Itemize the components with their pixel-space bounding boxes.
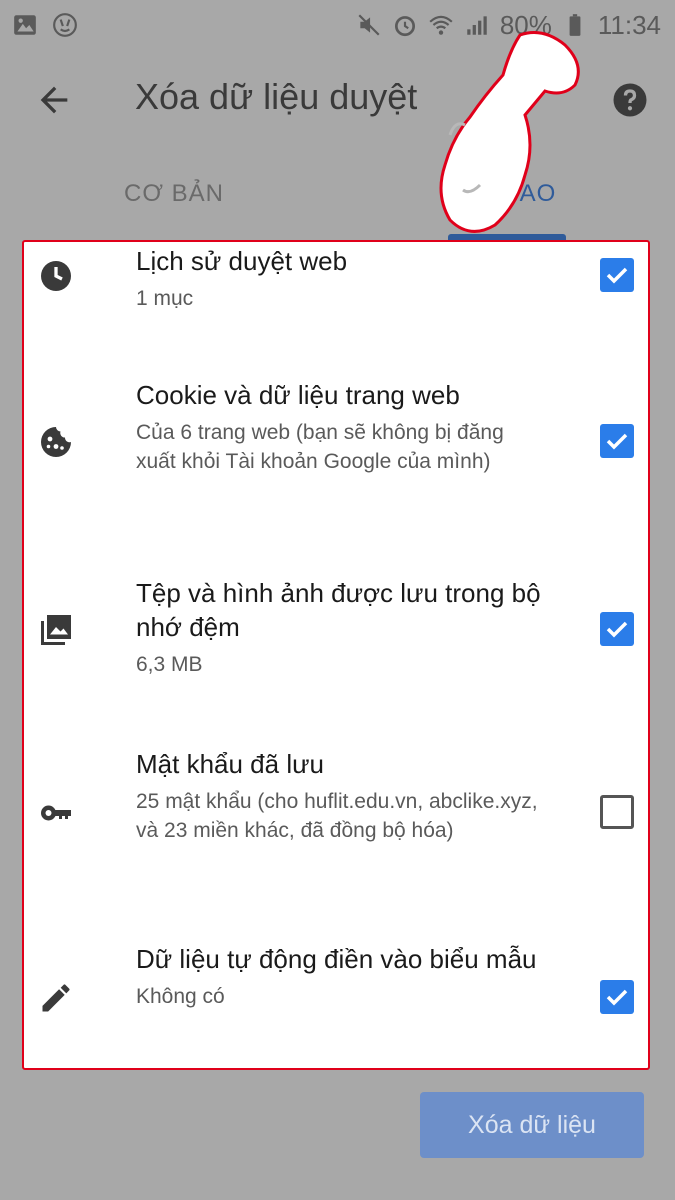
pointing-hand-icon [439, 31, 580, 233]
page-title: Xóa dữ liệu duyệt [135, 76, 418, 117]
data-types-list: Lịch sử duyệt web 1 mục Cookie và dữ liệ… [22, 240, 650, 1070]
checkbox-browsing-history[interactable] [600, 258, 634, 292]
pencil-icon [42, 984, 70, 1012]
back-arrow-icon[interactable] [34, 80, 74, 120]
item-title: Mật khẩu đã lưu [136, 749, 324, 779]
list-item-cached-files[interactable]: Tệp và hình ảnh được lưu trong bộ nhớ đệ… [24, 572, 648, 692]
alarm-icon [394, 16, 415, 37]
item-title: Dữ liệu tự động điền vào biểu mẫu [136, 944, 537, 974]
mute-icon [358, 14, 380, 36]
app-notification-icon [53, 13, 77, 37]
list-item-saved-passwords[interactable]: Mật khẩu đã lưu 25 mật khẩu (cho huflit.… [24, 747, 648, 897]
help-icon[interactable] [612, 82, 648, 118]
item-subtitle: Không có [136, 985, 225, 1008]
list-item-autofill-data[interactable]: Dữ liệu tự động điền vào biểu mẫu Không … [24, 942, 648, 1062]
tab-basic[interactable]: CƠ BẢN [124, 180, 224, 208]
images-icon [41, 615, 71, 645]
item-title: Cookie và dữ liệu trang web [136, 380, 460, 410]
clock-icon [41, 261, 71, 291]
item-subtitle: 6,3 MB [136, 653, 203, 676]
list-item-cookies[interactable]: Cookie và dữ liệu trang web Của 6 trang … [24, 372, 648, 532]
clock-time: 11:34 [597, 9, 661, 40]
gallery-notification-icon [14, 15, 36, 35]
item-subtitle: 25 mật khẩu (cho huflit.edu.vn, abclike.… [136, 790, 538, 842]
item-title: Lịch sử duyệt web [136, 246, 348, 276]
checkbox-cookies[interactable] [600, 424, 634, 458]
checkbox-cached-files[interactable] [600, 612, 634, 646]
key-icon [41, 805, 71, 821]
clear-data-button[interactable]: Xóa dữ liệu [420, 1092, 644, 1158]
cookie-icon [41, 427, 71, 457]
item-subtitle: Của 6 trang web (bạn sẽ không bị đăng xu… [136, 421, 504, 473]
checkbox-autofill-data[interactable] [600, 980, 634, 1014]
item-subtitle: 1 mục [136, 287, 194, 310]
checkbox-saved-passwords[interactable] [600, 795, 634, 829]
item-title: Tệp và hình ảnh được lưu trong bộ nhớ đệ… [136, 578, 541, 642]
list-item-browsing-history[interactable]: Lịch sử duyệt web 1 mục [24, 242, 648, 352]
